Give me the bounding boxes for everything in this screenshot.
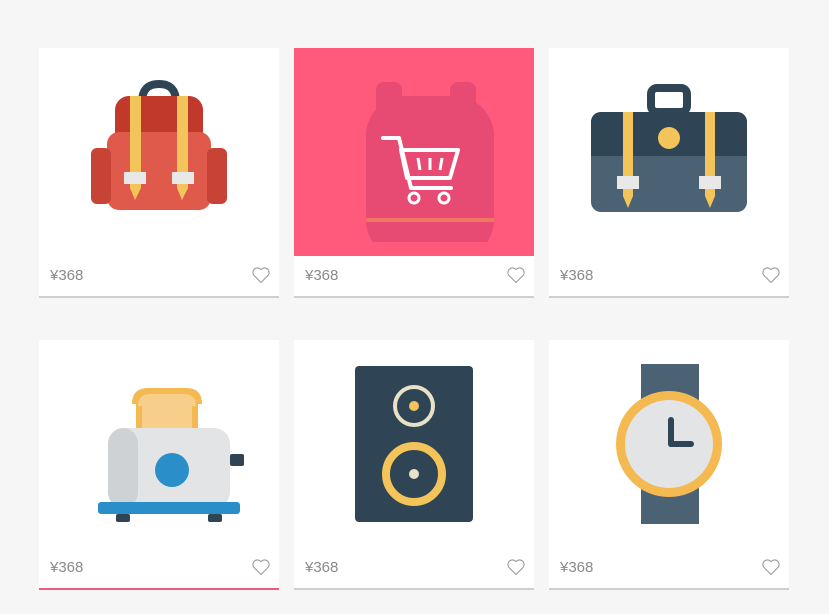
product-image[interactable]	[294, 48, 534, 256]
product-price: ¥368	[305, 267, 339, 284]
product-info-bar: ¥368	[39, 548, 279, 590]
shopping-cart-icon	[366, 82, 494, 242]
product-info-bar: ¥368	[549, 256, 789, 298]
product-image[interactable]	[39, 48, 279, 256]
toaster-icon	[98, 388, 244, 522]
product-card-cart-bag[interactable]: ¥368	[294, 48, 534, 298]
product-card-backpack[interactable]: ¥368	[39, 48, 279, 298]
product-card-watch[interactable]: ¥368	[549, 340, 789, 590]
product-card-speaker[interactable]: ¥368	[294, 340, 534, 590]
heart-outline-icon[interactable]	[761, 265, 781, 285]
product-info-bar: ¥368	[39, 256, 279, 298]
product-card-briefcase[interactable]: ¥368	[549, 48, 789, 298]
heart-outline-icon[interactable]	[251, 557, 271, 577]
product-image[interactable]	[549, 340, 789, 548]
product-info-bar: ¥368	[294, 548, 534, 590]
product-info-bar: ¥368	[549, 548, 789, 590]
product-price: ¥368	[305, 559, 339, 576]
product-image[interactable]	[39, 340, 279, 548]
watch-icon	[616, 364, 722, 524]
product-image[interactable]	[549, 48, 789, 256]
heart-outline-icon[interactable]	[251, 265, 271, 285]
product-price: ¥368	[50, 559, 84, 576]
briefcase-icon	[591, 84, 747, 212]
heart-outline-icon[interactable]	[506, 557, 526, 577]
heart-outline-icon[interactable]	[761, 557, 781, 577]
backpack-icon	[91, 79, 227, 210]
product-price: ¥368	[560, 559, 594, 576]
product-info-bar: ¥368	[294, 256, 534, 298]
product-price: ¥368	[560, 267, 594, 284]
product-price: ¥368	[50, 267, 84, 284]
speaker-icon	[355, 366, 473, 522]
heart-outline-icon[interactable]	[506, 265, 526, 285]
product-image[interactable]	[294, 340, 534, 548]
product-card-toaster[interactable]: ¥368	[39, 340, 279, 590]
